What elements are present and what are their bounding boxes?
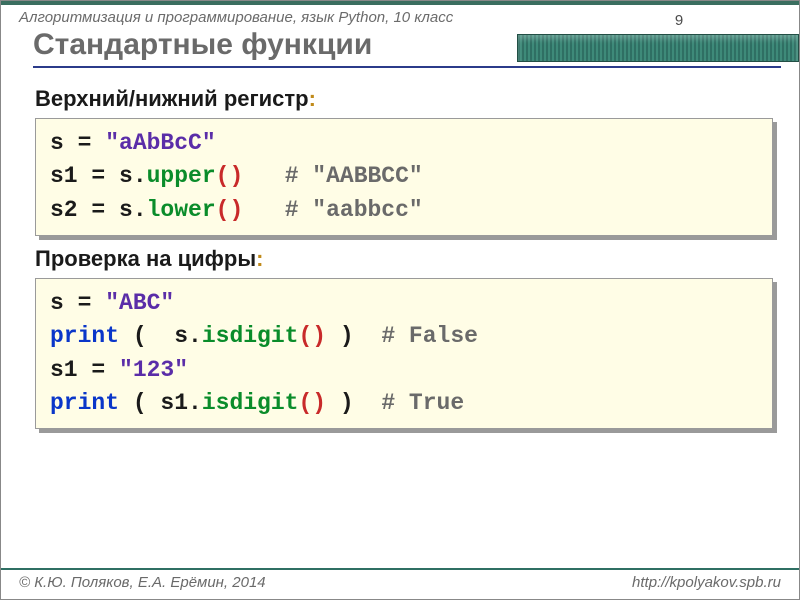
- code-paren: (: [298, 323, 312, 349]
- code-text: ): [326, 390, 381, 416]
- section-label: Проверка на цифры: [35, 246, 256, 271]
- colon: :: [256, 246, 263, 271]
- title-bar: 9 Стандартные функции: [1, 26, 799, 62]
- code-text: s2 = s.: [50, 197, 147, 223]
- footer-url: http://kpolyakov.spb.ru: [632, 574, 781, 591]
- code-method: isdigit: [202, 323, 299, 349]
- code-block-digits: s = "ABC" print ( s.isdigit() ) # False …: [35, 278, 773, 429]
- code-text: s1 = s.: [50, 163, 147, 189]
- code-paren: ): [229, 163, 243, 189]
- code-method: upper: [147, 163, 216, 189]
- section-label: Верхний/нижний регистр: [35, 86, 309, 111]
- code-text: ( s.: [119, 323, 202, 349]
- section-heading-case: Верхний/нижний регистр:: [35, 86, 773, 112]
- code-pad: [243, 163, 284, 189]
- code-text: s1 =: [50, 357, 119, 383]
- code-method: isdigit: [202, 390, 299, 416]
- code-comment: # False: [381, 323, 478, 349]
- code-comment: # True: [381, 390, 464, 416]
- footer-copyright: © К.Ю. Поляков, Е.А. Ерёмин, 2014: [19, 574, 266, 591]
- code-keyword: print: [50, 323, 119, 349]
- colon: :: [309, 86, 316, 111]
- code-pad: [243, 197, 284, 223]
- page-number: 9: [619, 12, 739, 29]
- code-string: "aAbBcC": [105, 130, 215, 156]
- code-keyword: print: [50, 390, 119, 416]
- code-string: "123": [119, 357, 188, 383]
- code-text: ( s1.: [119, 390, 202, 416]
- page-title: Стандартные функции: [33, 28, 781, 62]
- code-paren: ): [312, 323, 326, 349]
- code-paren: (: [216, 163, 230, 189]
- slide-body: Верхний/нижний регистр: s = "aAbBcC" s1 …: [1, 68, 799, 429]
- code-text: s =: [50, 290, 105, 316]
- code-comment: # "AABBCC": [285, 163, 423, 189]
- code-paren: ): [312, 390, 326, 416]
- code-text: s =: [50, 130, 105, 156]
- code-paren: ): [229, 197, 243, 223]
- code-comment: # "aabbcc": [285, 197, 423, 223]
- slide: Алгоритмизация и программирование, язык …: [0, 0, 800, 600]
- code-string: "ABC": [105, 290, 174, 316]
- code-paren: (: [216, 197, 230, 223]
- code-text: ): [326, 323, 381, 349]
- code-method: lower: [147, 197, 216, 223]
- code-paren: (: [298, 390, 312, 416]
- code-block-case: s = "aAbBcC" s1 = s.upper() # "AABBCC" s…: [35, 118, 773, 236]
- footer: © К.Ю. Поляков, Е.А. Ерёмин, 2014 http:/…: [1, 568, 799, 599]
- section-heading-digits: Проверка на цифры:: [35, 246, 773, 272]
